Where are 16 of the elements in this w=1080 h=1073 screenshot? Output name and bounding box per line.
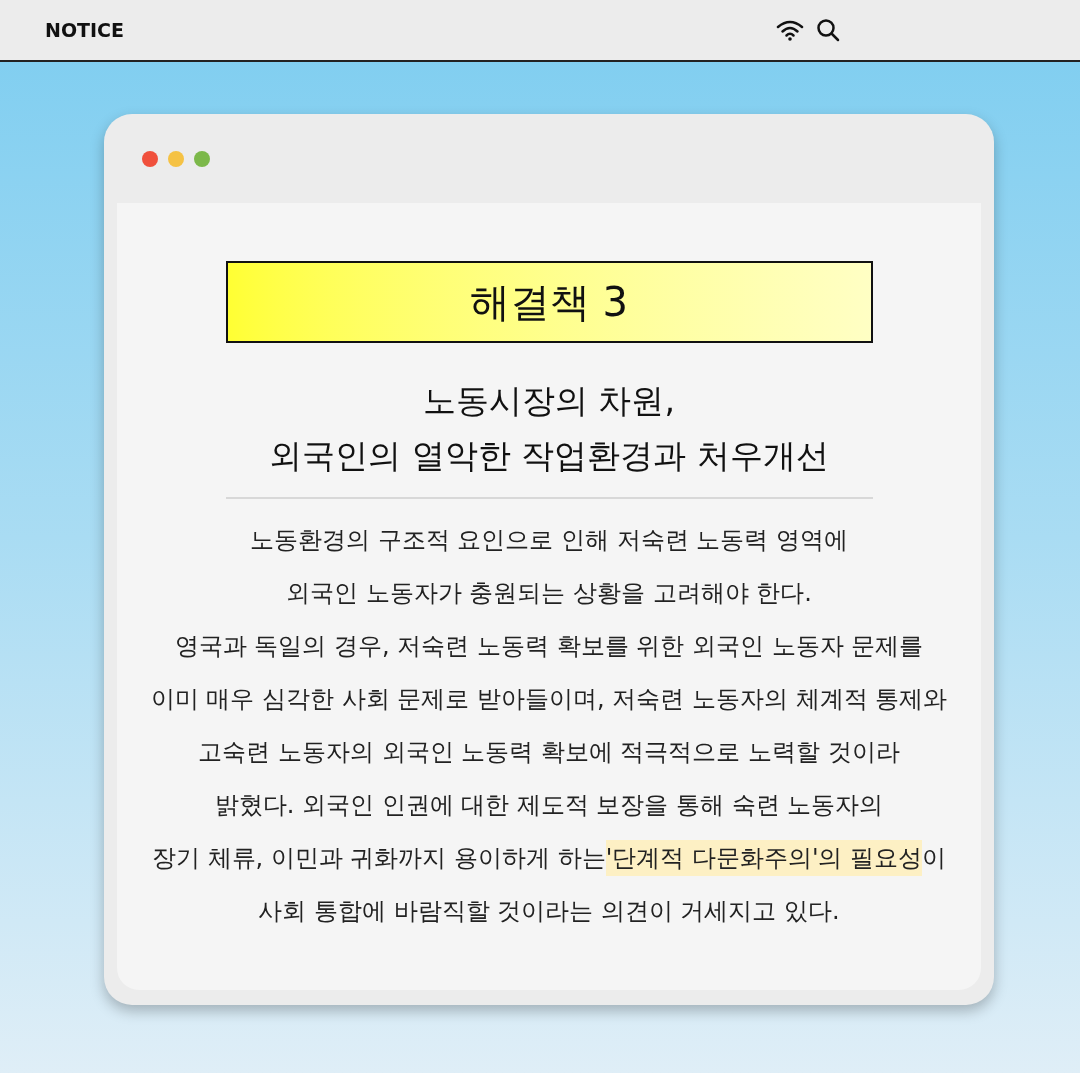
body-text: 고숙련 노동자의 외국인 노동력 확보에 적극적으로 노력할 것이라 [198, 736, 900, 768]
highlighted-text: '단계적 다문화주의'의 필요성 [605, 839, 923, 876]
wifi-icon [776, 19, 804, 41]
body-text: 밝혔다. 외국인 인권에 대한 제도적 보장을 통해 숙련 노동자의 [214, 789, 884, 821]
body-text: 노동환경의 구조적 요인으로 인해 저숙련 노동력 영역에 [250, 524, 848, 556]
body-text: 장기 체류, 이민과 귀화까지 용이하게 하는 [151, 842, 606, 874]
body-text: 영국과 독일의 경우, 저숙련 노동력 확보를 위한 외국인 노동자 문제를 [174, 630, 924, 662]
top-bar-title: NOTICE [45, 17, 124, 43]
body-text: 이 [922, 842, 947, 874]
body-text: 외국인 노동자가 충원되는 상황을 고려해야 한다. [286, 577, 812, 609]
headline-text: 노동시장의 차원, [423, 380, 675, 422]
body-text: 사회 통합에 바람직할 것이라는 의견이 거세지고 있다. [258, 895, 840, 927]
headline-text: 외국인의 열악한 작업환경과 처우개선 [269, 435, 829, 477]
search-icon[interactable] [816, 18, 840, 42]
title-text: 해결책 3 [469, 278, 629, 327]
body-text: 이미 매우 심각한 사회 문제로 받아들이며, 저숙련 노동자의 체계적 통제와 [150, 683, 948, 715]
